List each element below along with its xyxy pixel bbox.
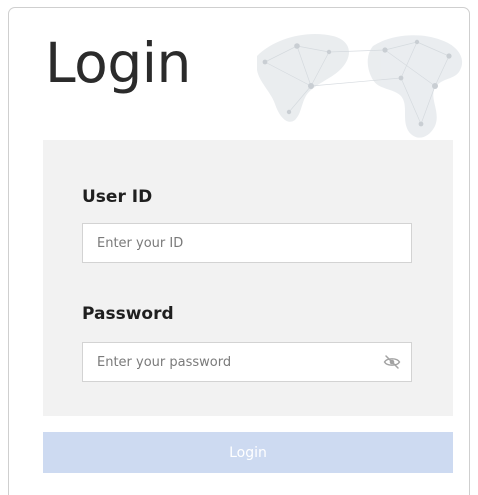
login-card: Login User ID Password Login xyxy=(8,7,470,495)
user-id-label: User ID xyxy=(82,187,153,207)
eye-slash-icon[interactable] xyxy=(383,354,401,370)
user-id-field-box xyxy=(82,223,412,263)
password-input[interactable] xyxy=(83,343,411,381)
password-field-box xyxy=(82,342,412,382)
login-button[interactable]: Login xyxy=(43,432,453,473)
login-form-panel: User ID Password xyxy=(43,140,453,416)
world-map-graphic xyxy=(257,34,463,138)
user-id-input[interactable] xyxy=(83,224,411,262)
page-title: Login xyxy=(45,31,191,95)
password-label: Password xyxy=(82,304,174,324)
